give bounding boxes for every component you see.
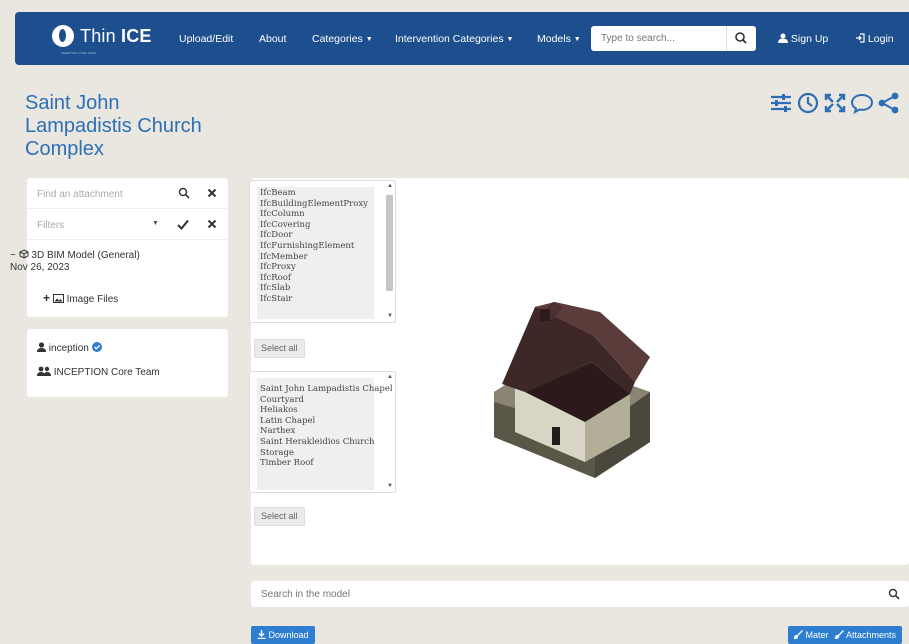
ifc-type-option[interactable]: IfcRoof — [260, 273, 371, 284]
ifc-type-option[interactable]: IfcMember — [260, 252, 371, 263]
caret-down-icon: ▼ — [573, 36, 581, 43]
ifc-type-option[interactable]: IfcSlab — [260, 283, 371, 294]
select-all-spaces-button[interactable]: Select all — [254, 507, 305, 526]
model-search-input[interactable] — [251, 581, 851, 607]
search-icon[interactable] — [888, 588, 900, 600]
ifc-type-option[interactable]: IfcCovering — [260, 220, 371, 231]
logo-text-bold: ICE — [121, 25, 152, 46]
collapse-icon[interactable]: − — [10, 250, 16, 261]
attachment-search-row: Find an attachment — [27, 178, 228, 209]
user-icon — [778, 33, 788, 43]
filters-select[interactable]: Filters — [37, 220, 64, 231]
caret-down-icon: ▼ — [365, 36, 373, 43]
login-link[interactable]: Login — [855, 33, 894, 45]
ifc-type-option[interactable]: IfcDoor — [260, 230, 371, 241]
ifc-type-option[interactable]: IfcColumn — [260, 209, 371, 220]
owner-team[interactable]: INCEPTION Core Team — [37, 366, 160, 378]
global-search-input[interactable] — [591, 26, 726, 51]
space-option[interactable]: Heliakos — [260, 405, 371, 416]
attachments-button[interactable]: Attachments — [829, 626, 903, 644]
space-option[interactable]: Timber Roof — [260, 458, 371, 469]
select-all-types-button[interactable]: Select all — [254, 339, 305, 358]
space-list[interactable]: Saint John Lampadistis Chapel Courtyard He… — [249, 371, 396, 493]
ifc-type-option[interactable]: IfcProxy — [260, 262, 371, 273]
ifc-type-option[interactable]: IfcFurnishingElement — [260, 241, 371, 252]
space-option[interactable]: Storage — [260, 448, 371, 459]
nav-about[interactable]: About — [259, 33, 286, 45]
model-toolbar — [769, 92, 901, 114]
page-title: Saint John Lampadistis Church Complex — [25, 92, 202, 160]
paperclip-icon — [834, 630, 844, 640]
scroll-up-icon[interactable]: ▲ — [387, 374, 393, 380]
global-search — [591, 26, 726, 51]
expand-icon[interactable]: + — [43, 291, 50, 305]
tree-item-label: 3D BIM Model (General) — [31, 250, 140, 261]
scroll-down-icon[interactable]: ▼ — [387, 313, 393, 319]
tree-item-image-files[interactable]: + Image Files — [43, 291, 118, 305]
nav-upload-edit[interactable]: Upload/Edit — [179, 33, 233, 45]
attachment-search-input[interactable]: Find an attachment — [37, 189, 123, 200]
owner-team-name: INCEPTION Core Team — [53, 367, 160, 378]
clock-icon[interactable] — [796, 92, 820, 114]
ifc-type-list[interactable]: IfcBeam IfcBuildingElementProxy IfcColumn I… — [249, 180, 396, 323]
search-icon — [735, 32, 747, 44]
scroll-down-icon[interactable]: ▼ — [387, 483, 393, 489]
verified-badge-icon — [91, 342, 102, 352]
caret-down-icon: ▼ — [506, 36, 514, 43]
download-button[interactable]: Download — [251, 626, 315, 644]
ifc-type-option[interactable]: IfcBuildingElementProxy — [260, 199, 371, 210]
share-icon[interactable] — [877, 92, 901, 114]
thin-ice-logo[interactable]: Thin ICE — [52, 25, 152, 47]
tree-item-date: Nov 26, 2023 — [10, 262, 70, 273]
space-option[interactable]: Courtyard — [260, 395, 371, 406]
owner-user[interactable]: inception — [37, 342, 102, 354]
check-icon[interactable] — [177, 219, 189, 230]
ifc-type-option[interactable]: IfcStair — [260, 294, 371, 305]
space-option[interactable]: Latin Chapel — [260, 416, 371, 427]
image-icon — [52, 294, 64, 303]
model-search — [251, 581, 909, 607]
space-option[interactable]: Narthex — [260, 426, 371, 437]
sign-up-link[interactable]: Sign Up — [778, 33, 828, 45]
tree-item-label: Image Files — [66, 294, 119, 305]
nav-categories[interactable]: Categories ▼ — [312, 33, 373, 45]
tree-item-3d-bim-model[interactable]: − 3D BIM Model (General) Nov 26, 2023 — [10, 249, 140, 274]
clear-icon[interactable] — [207, 188, 217, 198]
3d-church-model[interactable] — [480, 282, 660, 482]
nav-models[interactable]: Models ▼ — [537, 33, 581, 45]
filters-row: Filters ▼ — [27, 209, 228, 240]
top-navbar: Thin ICE INCEPTION CORE TEAM Upload/Edit… — [15, 12, 909, 65]
login-icon — [856, 33, 865, 43]
global-search-button[interactable] — [726, 26, 756, 51]
logo-subtext: INCEPTION CORE TEAM — [61, 51, 96, 55]
nav-intervention-categories[interactable]: Intervention Categories ▼ — [395, 33, 513, 45]
comment-icon[interactable] — [850, 92, 874, 114]
search-icon[interactable] — [178, 187, 190, 199]
ifc-type-option[interactable]: IfcBeam — [260, 188, 371, 199]
sliders-icon[interactable] — [769, 92, 793, 114]
users-icon — [37, 366, 51, 376]
space-option[interactable]: Saint John Lampadistis Chapel — [260, 384, 393, 395]
scrollbar-thumb[interactable] — [386, 195, 393, 291]
brush-icon — [793, 630, 803, 640]
logo-icon — [52, 25, 74, 47]
download-icon — [257, 630, 266, 640]
cube-icon — [19, 249, 29, 259]
scroll-up-icon[interactable]: ▲ — [387, 183, 393, 189]
owner-panel — [27, 329, 228, 397]
expand-icon[interactable] — [823, 92, 847, 114]
owner-user-name: inception — [48, 343, 89, 354]
logo-text-light: Thin — [80, 25, 122, 46]
space-option[interactable]: Saint Herakleidios Church — [260, 437, 374, 448]
caret-down-icon[interactable]: ▼ — [152, 220, 159, 227]
user-icon — [37, 342, 46, 352]
clear-filter-icon[interactable] — [207, 219, 217, 229]
